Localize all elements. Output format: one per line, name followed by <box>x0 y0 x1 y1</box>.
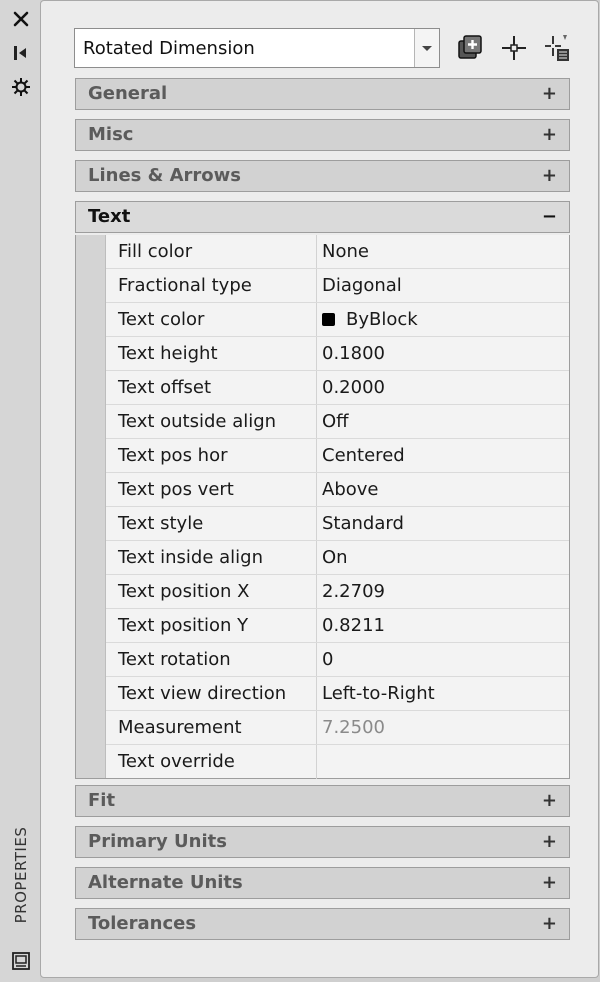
property-row[interactable]: Text position Y 0.8211 <box>106 609 569 643</box>
select-objects-icon <box>502 36 526 60</box>
property-name: Text position Y <box>118 615 249 636</box>
property-value[interactable]: 0.8211 <box>322 609 385 643</box>
property-name: Fill color <box>118 241 193 262</box>
property-value[interactable]: On <box>322 541 348 575</box>
section-primary-units[interactable]: Primary Units + <box>75 826 570 858</box>
property-row[interactable]: Text rotation 0 <box>106 643 569 677</box>
property-value[interactable]: None <box>322 235 369 269</box>
close-icon[interactable] <box>10 8 32 30</box>
section-fit[interactable]: Fit + <box>75 785 570 817</box>
property-name: Text position X <box>118 581 250 602</box>
color-swatch <box>322 313 335 326</box>
settings-icon[interactable] <box>10 76 32 98</box>
property-row[interactable]: Text inside align On <box>106 541 569 575</box>
property-value[interactable]: Centered <box>322 439 405 473</box>
property-name: Text offset <box>118 377 212 398</box>
expand-icon[interactable]: + <box>542 909 557 939</box>
property-name: Text override <box>118 751 235 772</box>
section-lines-arrows[interactable]: Lines & Arrows + <box>75 160 570 192</box>
property-value[interactable]: Standard <box>322 507 404 541</box>
toggle-pickadd-button[interactable] <box>455 32 487 64</box>
expand-icon[interactable]: + <box>542 161 557 191</box>
palette-title: PROPERTIES <box>12 826 30 924</box>
property-value[interactable]: 0.2000 <box>322 371 385 405</box>
expand-icon[interactable]: + <box>542 120 557 150</box>
property-value-readonly: 7.2500 <box>322 717 385 738</box>
section-misc[interactable]: Misc + <box>75 119 570 151</box>
property-row[interactable]: Text offset 0.2000 <box>106 371 569 405</box>
property-value[interactable]: 2.2709 <box>322 575 385 609</box>
property-row[interactable]: Text position X 2.2709 <box>106 575 569 609</box>
property-row[interactable]: Text color ByBlock <box>106 303 569 337</box>
property-value[interactable]: Left-to-Right <box>322 677 435 711</box>
section-alternate-units[interactable]: Alternate Units + <box>75 867 570 899</box>
property-row[interactable]: Measurement 7.2500 <box>106 711 569 745</box>
property-name: Text pos vert <box>118 479 234 500</box>
chevron-down-icon[interactable] <box>414 29 439 67</box>
property-name: Text rotation <box>118 649 231 670</box>
property-name: Text view direction <box>118 683 287 704</box>
grid-gutter <box>76 235 106 778</box>
property-name: Measurement <box>118 717 242 738</box>
property-name: Text pos hor <box>118 445 228 466</box>
property-row[interactable]: Fractional type Diagonal <box>106 269 569 303</box>
property-name: Text outside align <box>118 411 277 432</box>
property-row[interactable]: Text view direction Left-to-Right <box>106 677 569 711</box>
property-value[interactable]: Above <box>322 473 378 507</box>
property-row[interactable]: Text pos hor Centered <box>106 439 569 473</box>
property-value[interactable]: 0 <box>322 643 333 677</box>
collapse-icon[interactable]: − <box>542 202 557 232</box>
select-objects-button[interactable] <box>498 32 530 64</box>
property-row[interactable]: Fill color None <box>106 235 569 269</box>
property-row[interactable]: Text height 0.1800 <box>106 337 569 371</box>
properties-palette-icon[interactable] <box>11 951 31 971</box>
property-row[interactable]: Text pos vert Above <box>106 473 569 507</box>
expand-icon[interactable]: + <box>542 868 557 898</box>
property-name: Fractional type <box>118 275 252 296</box>
quick-select-button[interactable] <box>541 32 573 64</box>
property-row[interactable]: Text override <box>106 745 569 779</box>
palette-title-strip: PROPERTIES <box>0 0 40 982</box>
section-general[interactable]: General + <box>75 78 570 110</box>
property-row[interactable]: Text style Standard <box>106 507 569 541</box>
property-name: Text height <box>118 343 218 364</box>
property-value[interactable]: Off <box>322 405 349 439</box>
section-text[interactable]: Text − <box>75 201 570 233</box>
toggle-pickadd-icon <box>458 35 482 59</box>
property-name: Text style <box>118 513 204 534</box>
object-type-dropdown[interactable]: Rotated Dimension <box>74 28 440 68</box>
property-grid: Fill color None Fractional type Diagonal… <box>75 235 570 779</box>
property-value[interactable]: Diagonal <box>322 269 402 303</box>
quick-select-icon <box>545 35 569 61</box>
property-value[interactable]: 0.1800 <box>322 337 385 371</box>
property-name: Text inside align <box>118 547 264 568</box>
property-value-color[interactable]: ByBlock <box>322 303 418 337</box>
expand-icon[interactable]: + <box>542 786 557 816</box>
expand-icon[interactable]: + <box>542 79 557 109</box>
section-tolerances[interactable]: Tolerances + <box>75 908 570 940</box>
property-row[interactable]: Text outside align Off <box>106 405 569 439</box>
object-type-value: Rotated Dimension <box>83 38 255 59</box>
property-name: Text color <box>118 309 205 330</box>
auto-hide-icon[interactable] <box>10 42 32 64</box>
expand-icon[interactable]: + <box>542 827 557 857</box>
